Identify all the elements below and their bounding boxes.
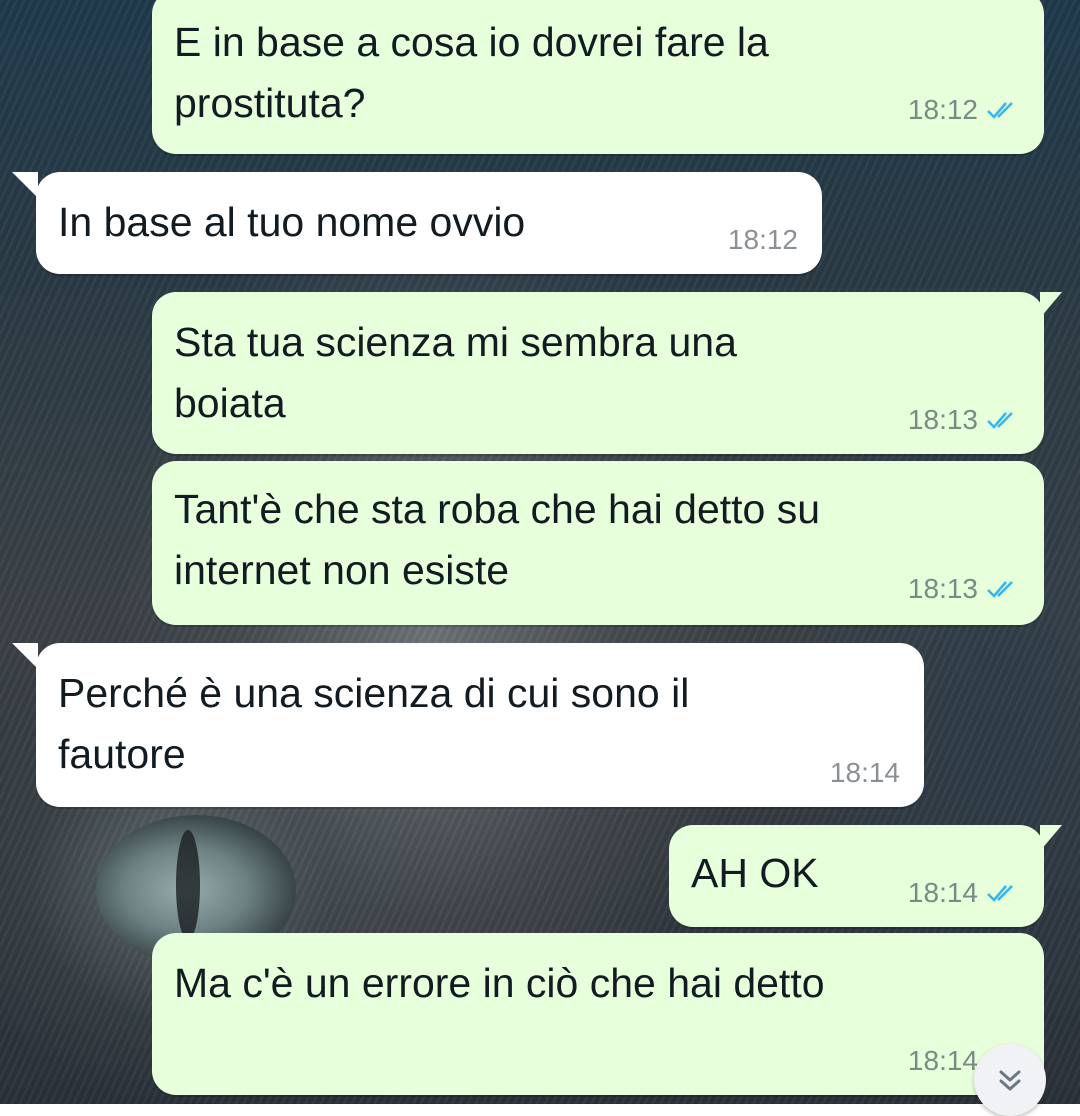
message-time: 18:13 <box>907 573 978 604</box>
bubble-tail <box>12 643 38 669</box>
message-time: 18:14 <box>907 1045 978 1076</box>
message-meta: 18:14 <box>830 757 900 789</box>
double-chevron-down-icon <box>999 1070 1021 1091</box>
message-bubble-outgoing[interactable]: AH OK 18:14 <box>669 825 1044 927</box>
message-text: Ma c'è un errore in ciò che hai detto <box>174 960 825 1006</box>
scroll-to-bottom-button[interactable] <box>974 1044 1046 1116</box>
message-bubble-incoming[interactable]: In base al tuo nome ovvio 18:12 <box>36 172 822 274</box>
message-time: 18:12 <box>727 224 798 255</box>
message-text: E in base a cosa io dovrei fare la prost… <box>174 19 769 126</box>
message-time: 18:14 <box>907 877 978 908</box>
wallpaper-cat-pupil <box>176 830 200 940</box>
read-ticks-icon <box>987 412 1013 429</box>
message-meta: 18:12 <box>728 224 798 256</box>
message-text: Sta tua scienza mi sembra una boiata <box>174 319 737 426</box>
message-bubble-incoming[interactable]: Perché è una scienza di cui sono il faut… <box>36 643 924 807</box>
message-meta: 18:12 <box>908 94 1020 126</box>
message-bubble-outgoing[interactable]: Tant'è che sta roba che hai detto su int… <box>152 461 1044 625</box>
message-meta: 18:13 <box>908 573 1020 605</box>
message-meta: 18:14 <box>908 877 1020 909</box>
message-bubble-outgoing[interactable]: Sta tua scienza mi sembra una boiata 18:… <box>152 292 1044 454</box>
message-time: 18:12 <box>907 94 978 125</box>
message-meta: 18:13 <box>908 404 1020 436</box>
message-bubble-outgoing[interactable]: Ma c'è un errore in ciò che hai detto 18… <box>152 933 1044 1095</box>
message-bubble-outgoing[interactable]: E in base a cosa io dovrei fare la prost… <box>152 0 1044 154</box>
message-text: AH OK <box>691 850 819 896</box>
message-text: Perché è una scienza di cui sono il faut… <box>58 670 690 777</box>
read-ticks-icon <box>987 102 1013 119</box>
message-text: Tant'è che sta roba che hai detto su int… <box>174 486 821 593</box>
message-time: 18:13 <box>907 404 978 435</box>
read-ticks-icon <box>987 581 1013 598</box>
message-time: 18:14 <box>829 757 900 788</box>
read-ticks-icon <box>987 885 1013 902</box>
bubble-tail <box>12 172 38 198</box>
message-text: In base al tuo nome ovvio <box>58 199 526 245</box>
